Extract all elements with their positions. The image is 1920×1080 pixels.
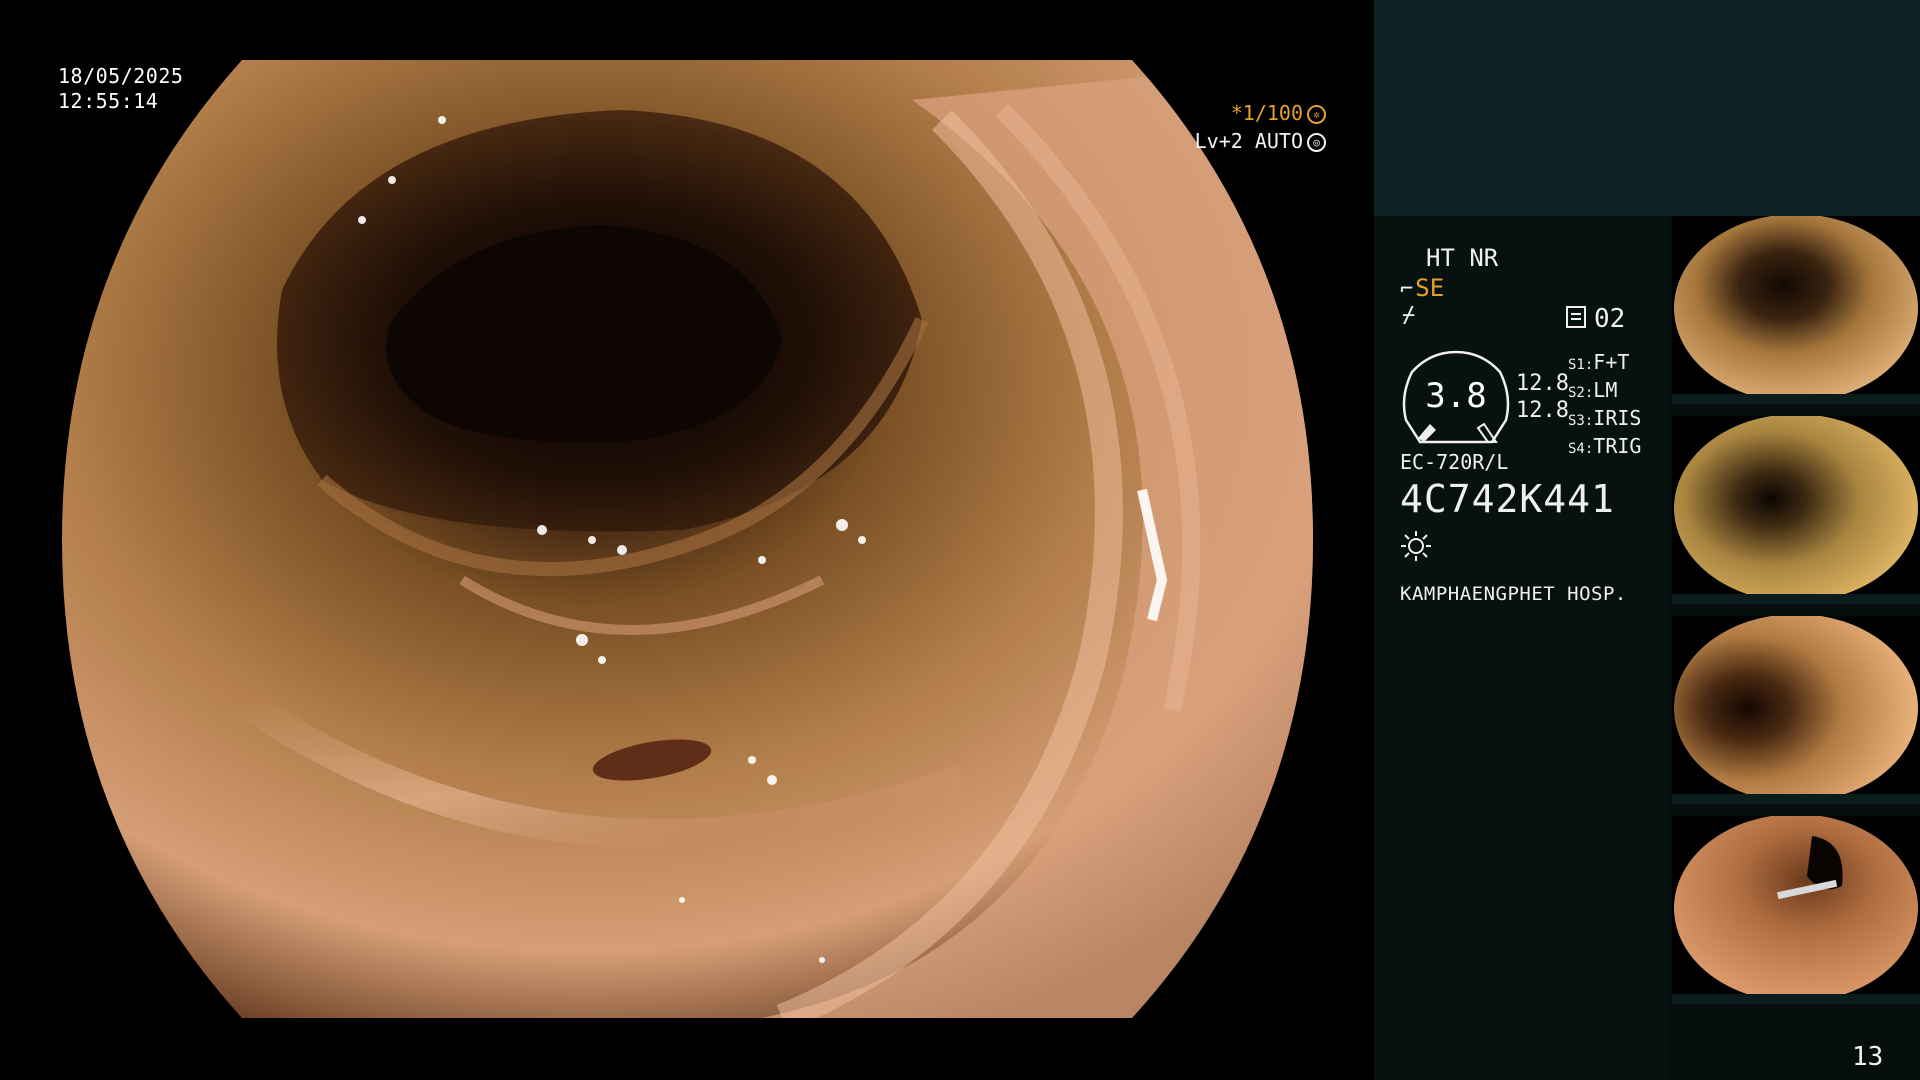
date-text: 18/05/2025 xyxy=(58,64,184,88)
light-icon xyxy=(1401,531,1431,561)
counter-value: 02 xyxy=(1594,304,1626,334)
switch-assignments: S1:F+T S2:LM S3:IRIS S4:TRIG xyxy=(1568,350,1641,462)
freeze-icon: ⌿ xyxy=(1402,303,1416,328)
thumbnail-3[interactable] xyxy=(1672,616,1920,804)
thumbnail-image xyxy=(1674,816,1918,1002)
switch-row: S1:F+T xyxy=(1568,350,1630,374)
endoscope-view: 18/05/2025 12:55:14 *1/100 ✲ Lv+2 AUTO ◎ xyxy=(0,0,1374,1080)
info-column xyxy=(1374,216,1670,1080)
scope-serial: 4C742K441 xyxy=(1400,477,1615,521)
hospital-name: KAMPHAENGPHET HOSP. xyxy=(1400,583,1627,605)
mode-se-text: SE xyxy=(1415,274,1445,302)
thumbnail-image xyxy=(1674,616,1918,802)
thumbnail-4[interactable] xyxy=(1672,816,1920,1004)
colon-image xyxy=(62,60,1313,1018)
scope-model: EC-720R/L xyxy=(1400,450,1509,474)
zoom-values: 12.8 12.8 xyxy=(1516,370,1569,424)
shutter-icon: ✲ xyxy=(1307,105,1326,124)
auto-iris-icon: ◎ xyxy=(1307,133,1326,152)
thumbnail-image xyxy=(1674,416,1918,602)
thumbnail-image xyxy=(1674,216,1918,402)
image-counter: 02 xyxy=(1566,304,1625,334)
time-text: 12:55:14 xyxy=(58,89,159,113)
shutter-speed: *1/100 xyxy=(1230,101,1303,125)
switch-row: S2:LM xyxy=(1568,378,1618,402)
structure-icon: ⌐ xyxy=(1400,277,1414,302)
thumbnail-2[interactable] xyxy=(1672,416,1920,604)
shutter-info: *1/100 ✲ Lv+2 AUTO ◎ xyxy=(1195,99,1326,155)
mode-ht: HT NR xyxy=(1426,244,1499,272)
gauge-value: 3.8 xyxy=(1425,376,1487,416)
zoom-value-1: 12.8 xyxy=(1516,371,1569,396)
zoom-value-2: 12.8 xyxy=(1516,398,1569,423)
switch-row: S3:IRIS xyxy=(1568,406,1642,430)
counter-icon xyxy=(1566,305,1586,328)
thumbnail-1[interactable] xyxy=(1672,216,1920,404)
panel-header xyxy=(1374,0,1920,216)
datetime: 18/05/2025 12:55:14 xyxy=(58,64,183,114)
mode-se: ⌐SE xyxy=(1400,274,1444,302)
page-number: 13 xyxy=(1852,1042,1884,1072)
switch-row: S4:TRIG xyxy=(1568,434,1642,458)
level-auto: Lv+2 AUTO xyxy=(1194,129,1303,153)
